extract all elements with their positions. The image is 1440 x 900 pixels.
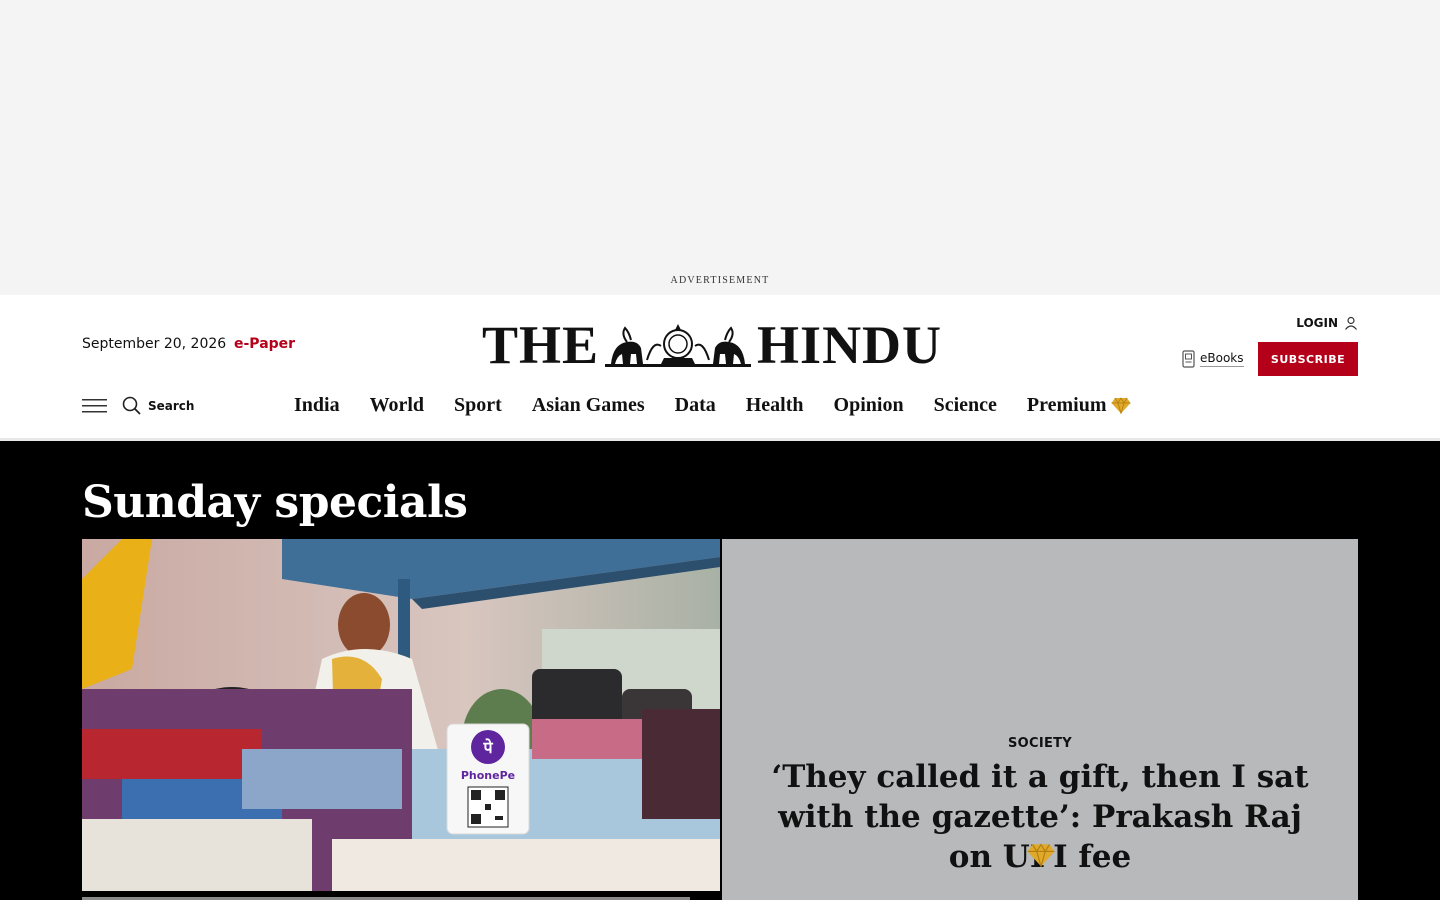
main-nav: India World Sport Asian Games Data Healt…	[294, 394, 1131, 417]
hamburger-menu-icon[interactable]	[82, 399, 107, 413]
ebook-icon	[1182, 350, 1195, 368]
subscribe-button[interactable]: SUBSCRIBE	[1258, 342, 1358, 376]
site-header: September 20, 2026 e-Paper THE HINDU LOG…	[0, 295, 1440, 441]
sunday-specials-section: Sunday specials पे PhonePe SOCIETY ‘They…	[0, 441, 1440, 900]
search-icon	[122, 396, 141, 415]
featured-story-card[interactable]: SOCIETY ‘They called it a gift, then I s…	[722, 539, 1358, 900]
logo-word-right: HINDU	[757, 315, 943, 375]
nav-item-world[interactable]: World	[370, 394, 424, 417]
search-button[interactable]: Search	[122, 396, 194, 415]
search-label: Search	[148, 398, 195, 413]
site-logo[interactable]: THE HINDU	[482, 315, 943, 375]
ebooks-label: eBooks	[1200, 351, 1244, 367]
section-title[interactable]: Sunday specials	[82, 477, 468, 528]
logo-emblem-icon	[605, 324, 752, 367]
nav-item-opinion[interactable]: Opinion	[834, 394, 904, 417]
nav-item-sport[interactable]: Sport	[454, 394, 502, 417]
login-label: LOGIN	[1296, 316, 1338, 330]
login-link[interactable]: LOGIN	[1296, 316, 1358, 330]
nav-item-india[interactable]: India	[294, 394, 340, 417]
epaper-link[interactable]: e-Paper	[234, 336, 295, 352]
nav-item-asian-games[interactable]: Asian Games	[532, 394, 645, 417]
nav-item-health[interactable]: Health	[746, 394, 804, 417]
premium-gem-icon	[1027, 843, 1055, 867]
ebooks-link[interactable]: eBooks	[1182, 350, 1244, 368]
user-icon	[1345, 316, 1357, 330]
qr-brand-label: PhonePe	[461, 769, 515, 782]
vendor-photo: पे PhonePe	[82, 539, 720, 891]
logo-word-left: THE	[482, 315, 600, 375]
advertisement-slot[interactable]	[0, 0, 1440, 295]
current-date: September 20, 2026	[82, 336, 227, 352]
svg-text:पे: पे	[482, 738, 493, 757]
advertisement-label: ADVERTISEMENT	[670, 275, 770, 286]
premium-gem-icon	[1111, 397, 1130, 414]
nav-item-premium-label: Premium	[1026, 394, 1107, 416]
featured-story-image[interactable]: पे PhonePe	[82, 539, 720, 891]
story-section-kicker[interactable]: SOCIETY	[722, 736, 1358, 751]
nav-item-science[interactable]: Science	[934, 394, 997, 417]
nav-item-premium[interactable]: Premium	[1027, 394, 1131, 417]
nav-item-data[interactable]: Data	[675, 394, 716, 417]
